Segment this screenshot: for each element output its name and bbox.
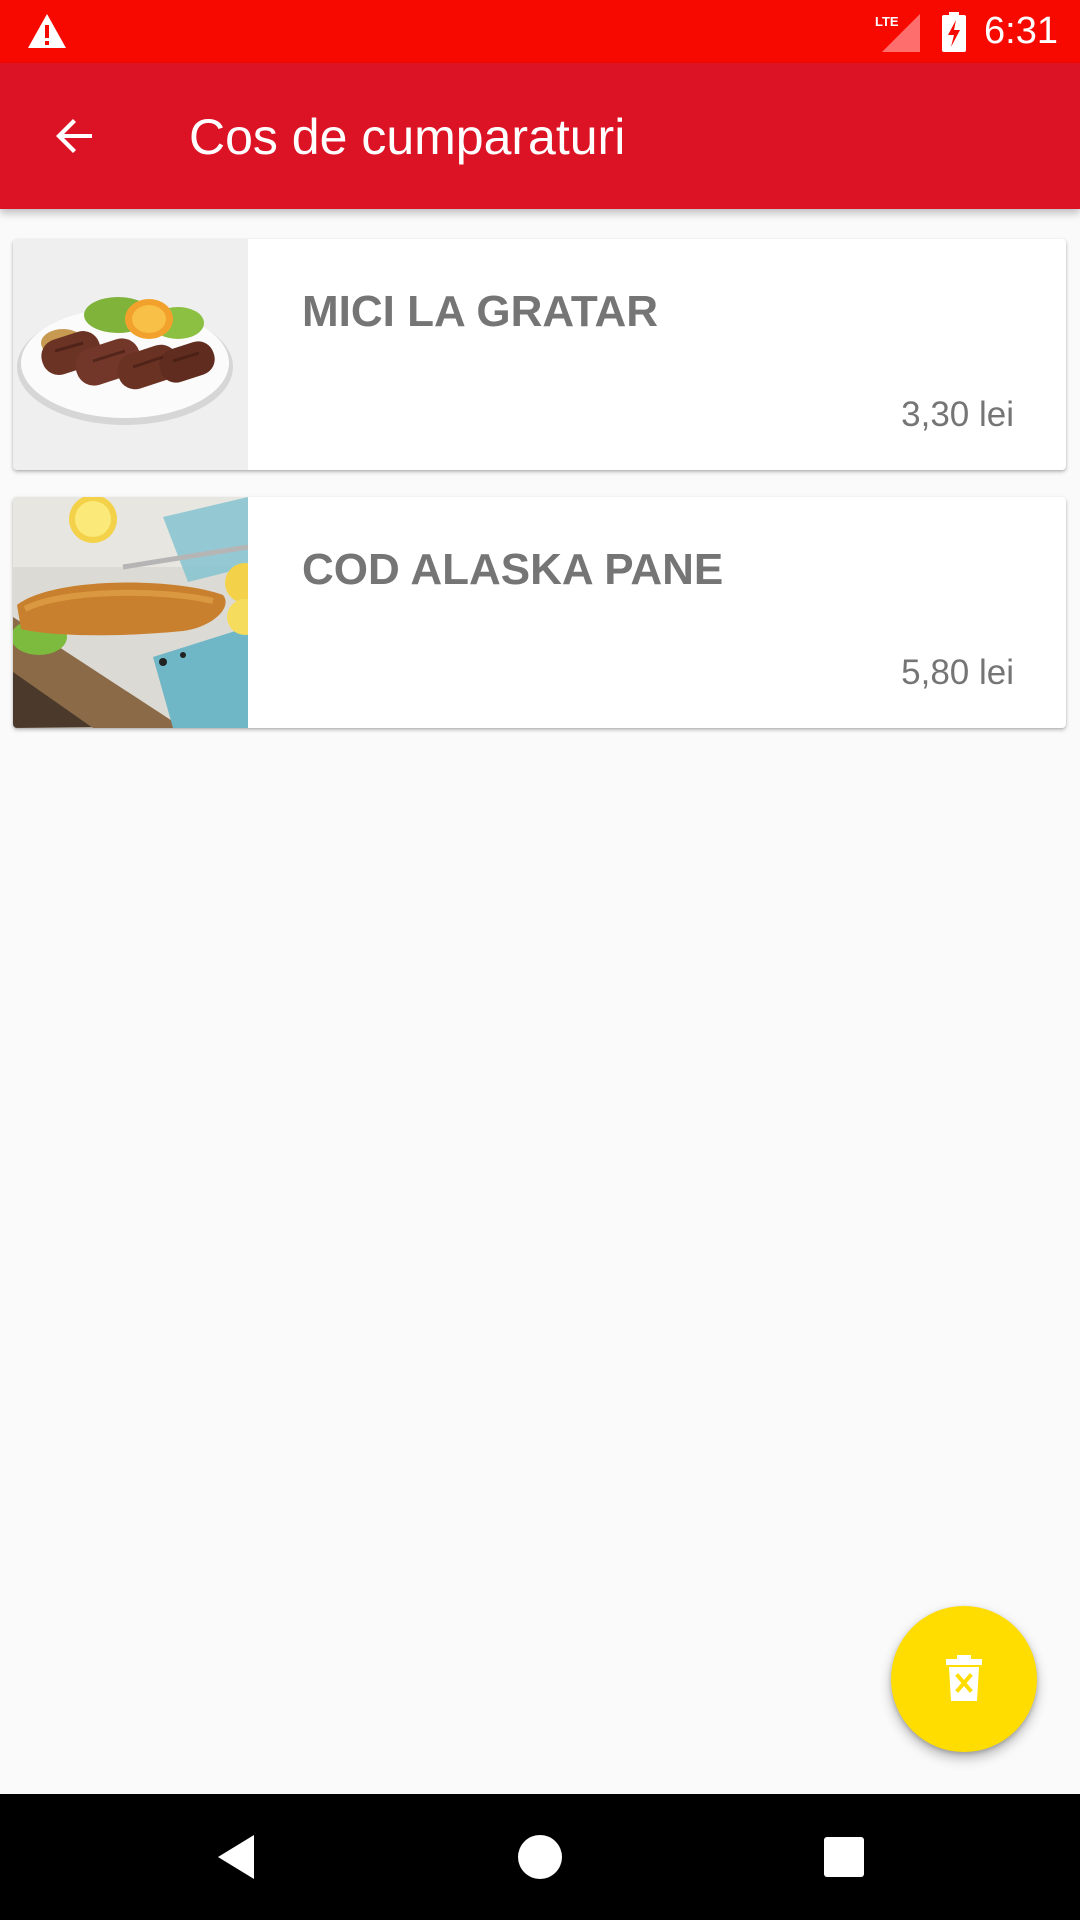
delete-icon: [946, 1655, 982, 1701]
recents-square-icon: [824, 1837, 864, 1877]
nav-recents-button[interactable]: [806, 1819, 882, 1895]
arrow-back-icon: [56, 119, 92, 153]
clear-cart-button[interactable]: [891, 1606, 1037, 1752]
page-title: Cos de cumparaturi: [189, 109, 626, 165]
item-image-mici: [13, 239, 248, 470]
lte-label: LTE: [875, 14, 899, 29]
cart-item[interactable]: COD ALASKA PANE 5,80 lei: [13, 497, 1066, 728]
item-image-cod: [13, 497, 248, 728]
home-circle-icon: [518, 1835, 562, 1879]
back-triangle-icon: [218, 1835, 254, 1879]
warning-icon: [26, 12, 68, 50]
status-time: 6:31: [984, 10, 1058, 52]
battery-charging-icon: [940, 12, 968, 52]
item-name: COD ALASKA PANE: [302, 545, 724, 594]
nav-back-button[interactable]: [198, 1819, 274, 1895]
status-bar: LTE 6:31: [0, 0, 1080, 63]
item-price: 3,30 lei: [901, 395, 1014, 434]
navigation-bar: [0, 1794, 1080, 1920]
lte-signal-icon: LTE: [874, 12, 922, 52]
nav-home-button[interactable]: [502, 1819, 578, 1895]
cart-item[interactable]: MICI LA GRATAR 3,30 lei: [13, 239, 1066, 470]
item-price: 5,80 lei: [901, 653, 1014, 692]
back-button[interactable]: [36, 98, 112, 174]
item-name: MICI LA GRATAR: [302, 287, 659, 336]
app-bar: Cos de cumparaturi: [0, 63, 1080, 209]
